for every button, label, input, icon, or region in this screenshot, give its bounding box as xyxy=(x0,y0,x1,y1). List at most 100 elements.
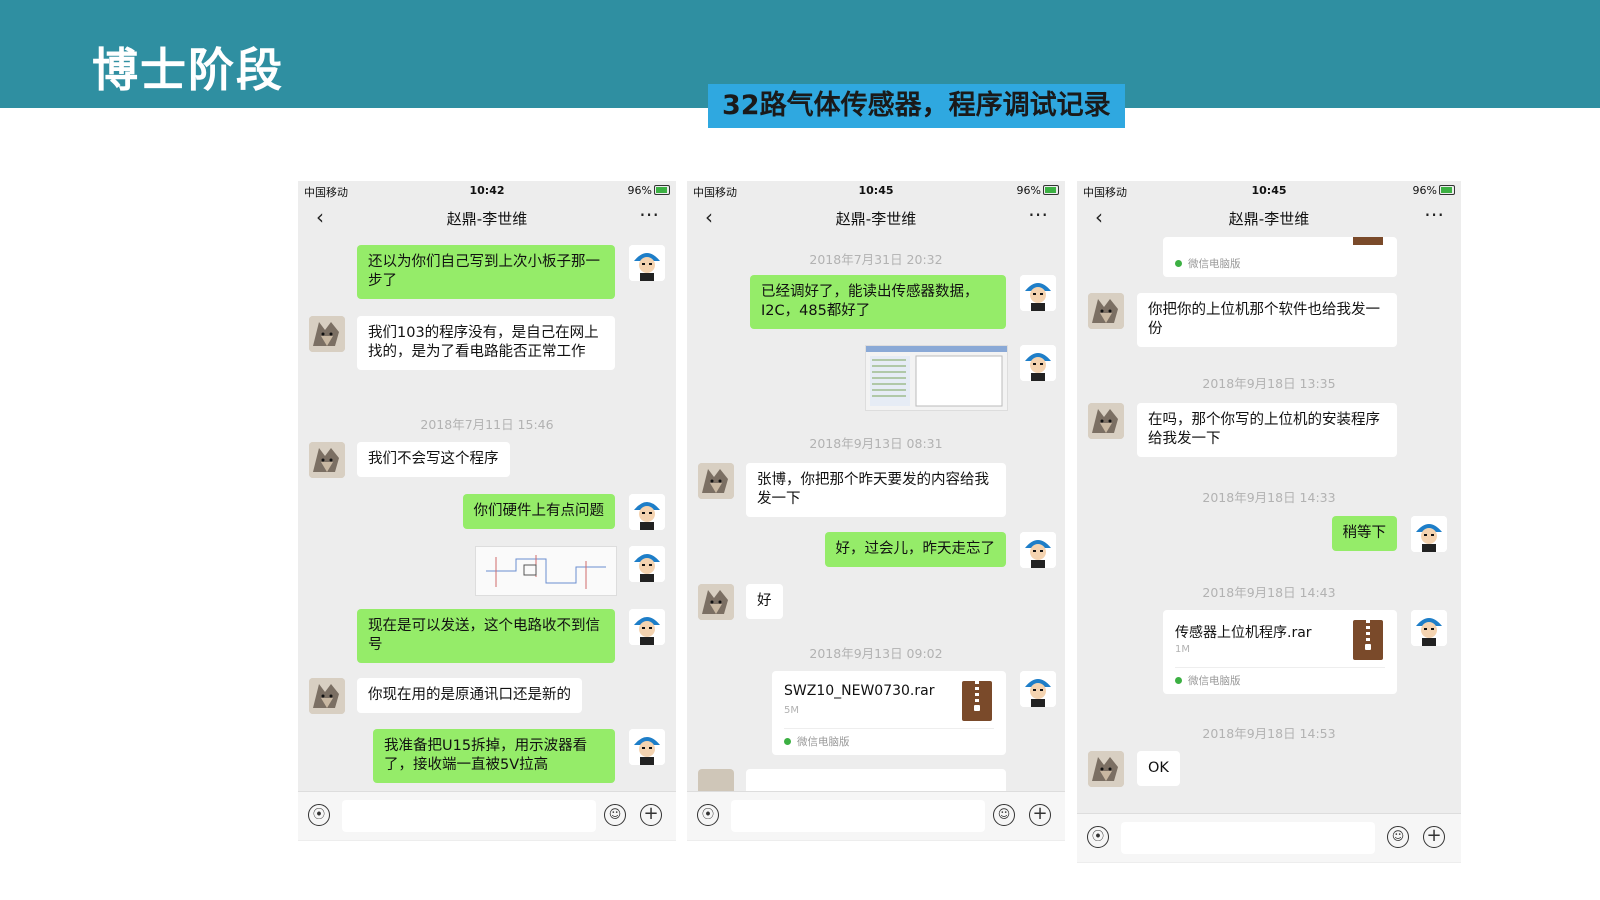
screenshot-image-message[interactable] xyxy=(865,345,1008,411)
avatar xyxy=(1088,403,1124,439)
timestamp: 2018年7月31日 20:32 xyxy=(809,252,943,267)
timestamp: 2018年9月18日 14:33 xyxy=(1202,490,1336,505)
message-incoming: 你现在用的是原通讯口还是新的 xyxy=(357,678,582,713)
status-bar: 中国移动 10:45 96% xyxy=(1077,181,1461,199)
file-source: 微信电脑版 xyxy=(1175,673,1241,688)
status-bar: 中国移动 10:42 96% xyxy=(298,181,676,199)
voice-icon[interactable]: ⦿ xyxy=(1087,826,1109,848)
avatar xyxy=(1020,275,1056,311)
message-input[interactable] xyxy=(342,800,596,832)
avatar xyxy=(629,546,665,582)
avatar xyxy=(1020,532,1056,568)
avatar-image xyxy=(1088,293,1124,329)
avatar xyxy=(629,494,665,530)
battery-percent: 96% xyxy=(1412,184,1437,197)
avatar xyxy=(1088,293,1124,329)
avatar xyxy=(1411,610,1447,646)
input-bar: ⦿ ☺ + xyxy=(298,791,676,840)
chat-navbar: ‹ 赵鼎-李世维 ⋯ xyxy=(687,199,1065,237)
avatar xyxy=(309,316,345,352)
chat-log: 微信电脑版 你把你的上位机那个软件也给我发一份 2018年9月18日 13:35… xyxy=(1077,237,1461,813)
avatar-image xyxy=(629,245,665,281)
phone-screenshot-2: 中国移动 10:45 96% ‹ 赵鼎-李世维 ⋯ 2018年7月31日 20:… xyxy=(687,181,1065,841)
plus-icon[interactable]: + xyxy=(1029,804,1051,826)
timestamp: 2018年9月18日 14:53 xyxy=(1202,726,1336,741)
message-incoming: OK xyxy=(1137,751,1180,786)
emoji-icon[interactable]: ☺ xyxy=(604,804,626,826)
message-outgoing: 稍等下 xyxy=(1331,516,1397,551)
voice-icon[interactable]: ⦿ xyxy=(308,804,330,826)
avatar-image xyxy=(1411,516,1447,552)
message-incoming: 我们不会写这个程序 xyxy=(357,442,510,477)
zip-file-icon xyxy=(962,681,992,721)
message-input[interactable] xyxy=(731,800,985,832)
avatar xyxy=(629,245,665,281)
emoji-icon[interactable]: ☺ xyxy=(993,804,1015,826)
avatar-image xyxy=(1411,610,1447,646)
message-outgoing: 我准备把U15拆掉，用示波器看了，接收端一直被5V拉高 xyxy=(373,729,615,783)
divider xyxy=(784,728,994,729)
avatar-image xyxy=(1020,671,1056,707)
file-message[interactable]: 微信电脑版 xyxy=(1163,237,1397,277)
timestamp: 2018年9月13日 08:31 xyxy=(809,436,943,451)
clock: 10:42 xyxy=(469,184,505,197)
message-input[interactable] xyxy=(1121,822,1375,854)
phone-screenshot-3: 中国移动 10:45 96% ‹ 赵鼎-李世维 ⋯ 微信电脑版 你把你的上位机那… xyxy=(1077,181,1461,863)
more-dots-icon[interactable]: ⋯ xyxy=(1028,202,1049,226)
plus-icon[interactable]: + xyxy=(1423,826,1445,848)
message-incoming: 我们103的程序没有，是自己在网上找的，是为了看电路能否正常工作 xyxy=(357,316,615,370)
file-message[interactable] xyxy=(746,769,1006,791)
avatar-image xyxy=(1020,345,1056,381)
avatar-image xyxy=(1088,403,1124,439)
timestamp: 2018年7月11日 15:46 xyxy=(420,417,554,432)
voice-icon[interactable]: ⦿ xyxy=(697,804,719,826)
message-outgoing: 你们硬件上有点问题 xyxy=(462,494,615,529)
message-outgoing: 已经调好了，能读出传感器数据，I2C，485都好了 xyxy=(750,275,1006,329)
avatar xyxy=(698,463,734,499)
avatar-image xyxy=(629,609,665,645)
message-outgoing: 现在是可以发送，这个电路收不到信号 xyxy=(357,609,615,663)
slide-subtitle: 32路气体传感器，程序调试记录 xyxy=(708,84,1125,128)
avatar xyxy=(1088,751,1124,787)
timestamp: 2018年9月18日 14:43 xyxy=(1202,585,1336,600)
avatar-image xyxy=(1020,275,1056,311)
file-message[interactable]: 传感器上位机程序.rar 1M 微信电脑版 xyxy=(1163,610,1397,694)
avatar xyxy=(698,584,734,620)
status-bar: 中国移动 10:45 96% xyxy=(687,181,1065,199)
avatar-image xyxy=(309,442,345,478)
file-source: 微信电脑版 xyxy=(784,734,850,749)
chat-navbar: ‹ 赵鼎-李世维 ⋯ xyxy=(298,199,676,237)
avatar-image xyxy=(309,678,345,714)
zip-file-icon xyxy=(1353,237,1383,245)
input-bar: ⦿ ☺ + xyxy=(687,791,1065,840)
emoji-icon[interactable]: ☺ xyxy=(1387,826,1409,848)
avatar-image xyxy=(629,729,665,765)
chat-title: 赵鼎-李世维 xyxy=(835,210,917,228)
message-outgoing: 好，过会儿，昨天走忘了 xyxy=(824,532,1006,567)
avatar xyxy=(629,729,665,765)
avatar-image xyxy=(1020,532,1056,568)
input-bar: ⦿ ☺ + xyxy=(1077,813,1461,862)
avatar xyxy=(309,678,345,714)
avatar-image xyxy=(629,546,665,582)
more-dots-icon[interactable]: ⋯ xyxy=(1424,202,1445,226)
file-message[interactable]: SWZ10_NEW0730.rar 5M 微信电脑版 xyxy=(772,671,1006,755)
avatar-image xyxy=(1088,751,1124,787)
circuit-image-message[interactable] xyxy=(475,546,617,596)
battery-percent: 96% xyxy=(1016,184,1041,197)
avatar-image xyxy=(698,463,734,499)
avatar xyxy=(698,769,734,791)
clock: 10:45 xyxy=(858,184,894,197)
chat-log: 2018年7月31日 20:32 已经调好了，能读出传感器数据，I2C，485都… xyxy=(687,237,1065,791)
screenshot-thumbnail xyxy=(866,346,1007,410)
phone-screenshot-1: 中国移动 10:42 96% ‹ 赵鼎-李世维 ⋯ 还以为你们自己写到上次小板子… xyxy=(298,181,676,841)
avatar-image xyxy=(698,584,734,620)
avatar xyxy=(1020,345,1056,381)
chat-log: 还以为你们自己写到上次小板子那一步了 我们103的程序没有，是自己在网上找的，是… xyxy=(298,237,676,791)
slide-title: 博士阶段 xyxy=(92,43,284,97)
avatar xyxy=(309,442,345,478)
avatar xyxy=(629,609,665,645)
timestamp: 2018年9月18日 13:35 xyxy=(1202,376,1336,391)
more-dots-icon[interactable]: ⋯ xyxy=(639,202,660,226)
plus-icon[interactable]: + xyxy=(640,804,662,826)
